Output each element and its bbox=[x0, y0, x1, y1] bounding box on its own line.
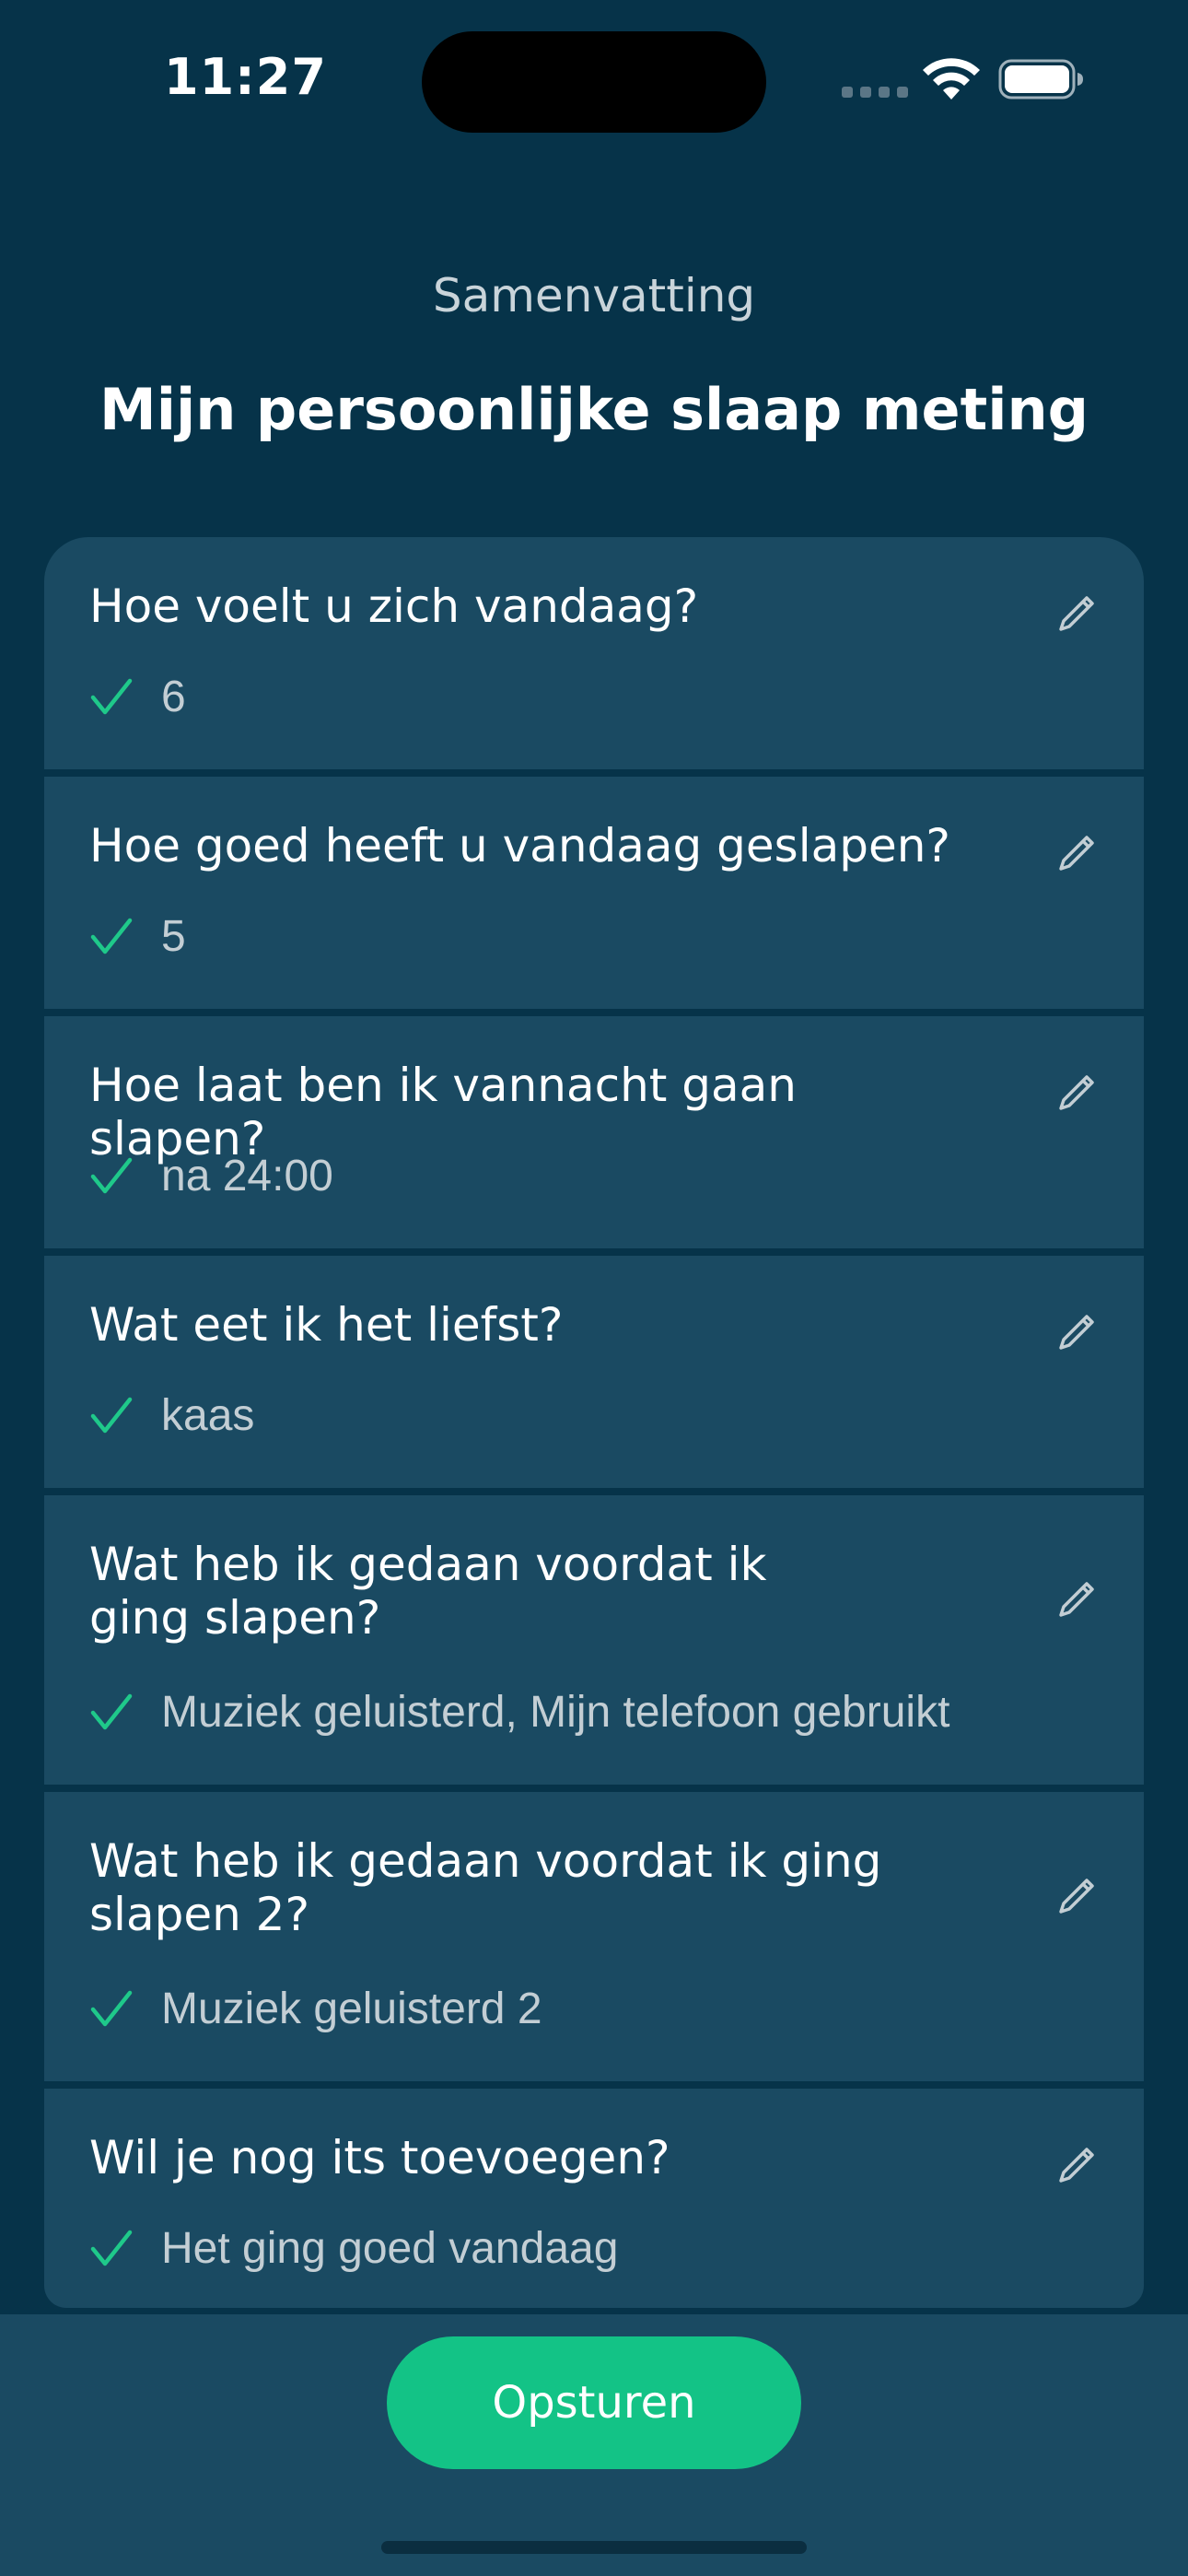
answer-text: Muziek geluisterd 2 bbox=[161, 1985, 542, 2033]
answer-row: 5 bbox=[89, 911, 186, 962]
answer-text: na 24:00 bbox=[161, 1152, 333, 1200]
summary-card: Hoe voelt u zich vandaag? 6 bbox=[44, 537, 1144, 769]
check-icon bbox=[90, 1397, 133, 1433]
summary-card: Wil je nog its toevoegen? Het ging goed v… bbox=[44, 2089, 1144, 2308]
pencil-icon[interactable] bbox=[1055, 2144, 1098, 2186]
answer-row: Muziek geluisterd, Mijn telefoon gebruik… bbox=[89, 1687, 949, 1738]
answer-text: Het ging goed vandaag bbox=[161, 2224, 619, 2273]
answer-row: na 24:00 bbox=[89, 1151, 333, 1201]
pencil-icon[interactable] bbox=[1055, 1875, 1098, 1917]
answers-list[interactable]: Hoe voelt u zich vandaag? 6 Hoe goed heeft… bbox=[44, 537, 1144, 2308]
answer-text: 5 bbox=[161, 912, 186, 961]
wifi-icon bbox=[923, 58, 980, 100]
check-icon bbox=[90, 1990, 133, 2026]
answer-row: Het ging goed vandaag bbox=[89, 2223, 618, 2274]
question-text: Hoe goed heeft u vandaag geslapen? bbox=[89, 819, 950, 872]
question-text: Wil je nog its toevoegen? bbox=[89, 2131, 670, 2184]
page-title: Mijn persoonlijke slaap meting bbox=[99, 376, 1089, 443]
answer-row: 6 bbox=[89, 672, 186, 722]
check-icon bbox=[90, 918, 133, 954]
battery-icon bbox=[998, 59, 1083, 100]
page-subtitle: Samenvatting bbox=[432, 269, 756, 322]
question-text: Wat heb ik gedaan voordat ik ging slapen… bbox=[89, 1538, 767, 1645]
dynamic-island bbox=[422, 31, 766, 133]
question-text: Wat eet ik het liefst? bbox=[89, 1298, 564, 1352]
home-indicator bbox=[381, 2541, 807, 2554]
answer-text: Muziek geluisterd, Mijn telefoon gebruik… bbox=[161, 1688, 950, 1737]
pencil-icon[interactable] bbox=[1055, 1578, 1098, 1621]
pencil-icon[interactable] bbox=[1055, 592, 1098, 635]
status-bar: 11:27 bbox=[0, 0, 1188, 157]
answer-text: kaas bbox=[161, 1391, 255, 1440]
check-icon bbox=[90, 1157, 133, 1193]
check-icon bbox=[90, 1693, 133, 1729]
status-time: 11:27 bbox=[164, 48, 327, 106]
summary-card: Wat heb ik gedaan voordat ik ging slapen… bbox=[44, 1792, 1144, 2081]
question-text: Wat heb ik gedaan voordat ik ging slapen… bbox=[89, 1834, 882, 1941]
cellular-signal-icon bbox=[842, 87, 908, 98]
summary-card: Hoe laat ben ik vannacht gaan slapen? na … bbox=[44, 1016, 1144, 1248]
answer-row: Muziek geluisterd 2 bbox=[89, 1984, 542, 2034]
question-text: Hoe laat ben ik vannacht gaan slapen? bbox=[89, 1059, 797, 1165]
question-text: Hoe voelt u zich vandaag? bbox=[89, 580, 699, 633]
pencil-icon[interactable] bbox=[1055, 832, 1098, 874]
check-icon bbox=[90, 678, 133, 714]
summary-card: Hoe goed heeft u vandaag geslapen? 5 bbox=[44, 777, 1144, 1009]
summary-card: Wat heb ik gedaan voordat ik ging slapen… bbox=[44, 1495, 1144, 1785]
answer-text: 6 bbox=[161, 673, 186, 721]
summary-card: Wat eet ik het liefst? kaas bbox=[44, 1256, 1144, 1488]
submit-button[interactable]: Opsturen bbox=[387, 2336, 801, 2469]
check-icon bbox=[90, 2230, 133, 2266]
pencil-icon[interactable] bbox=[1055, 1311, 1098, 1353]
pencil-icon[interactable] bbox=[1055, 1071, 1098, 1114]
answer-row: kaas bbox=[89, 1390, 254, 1441]
